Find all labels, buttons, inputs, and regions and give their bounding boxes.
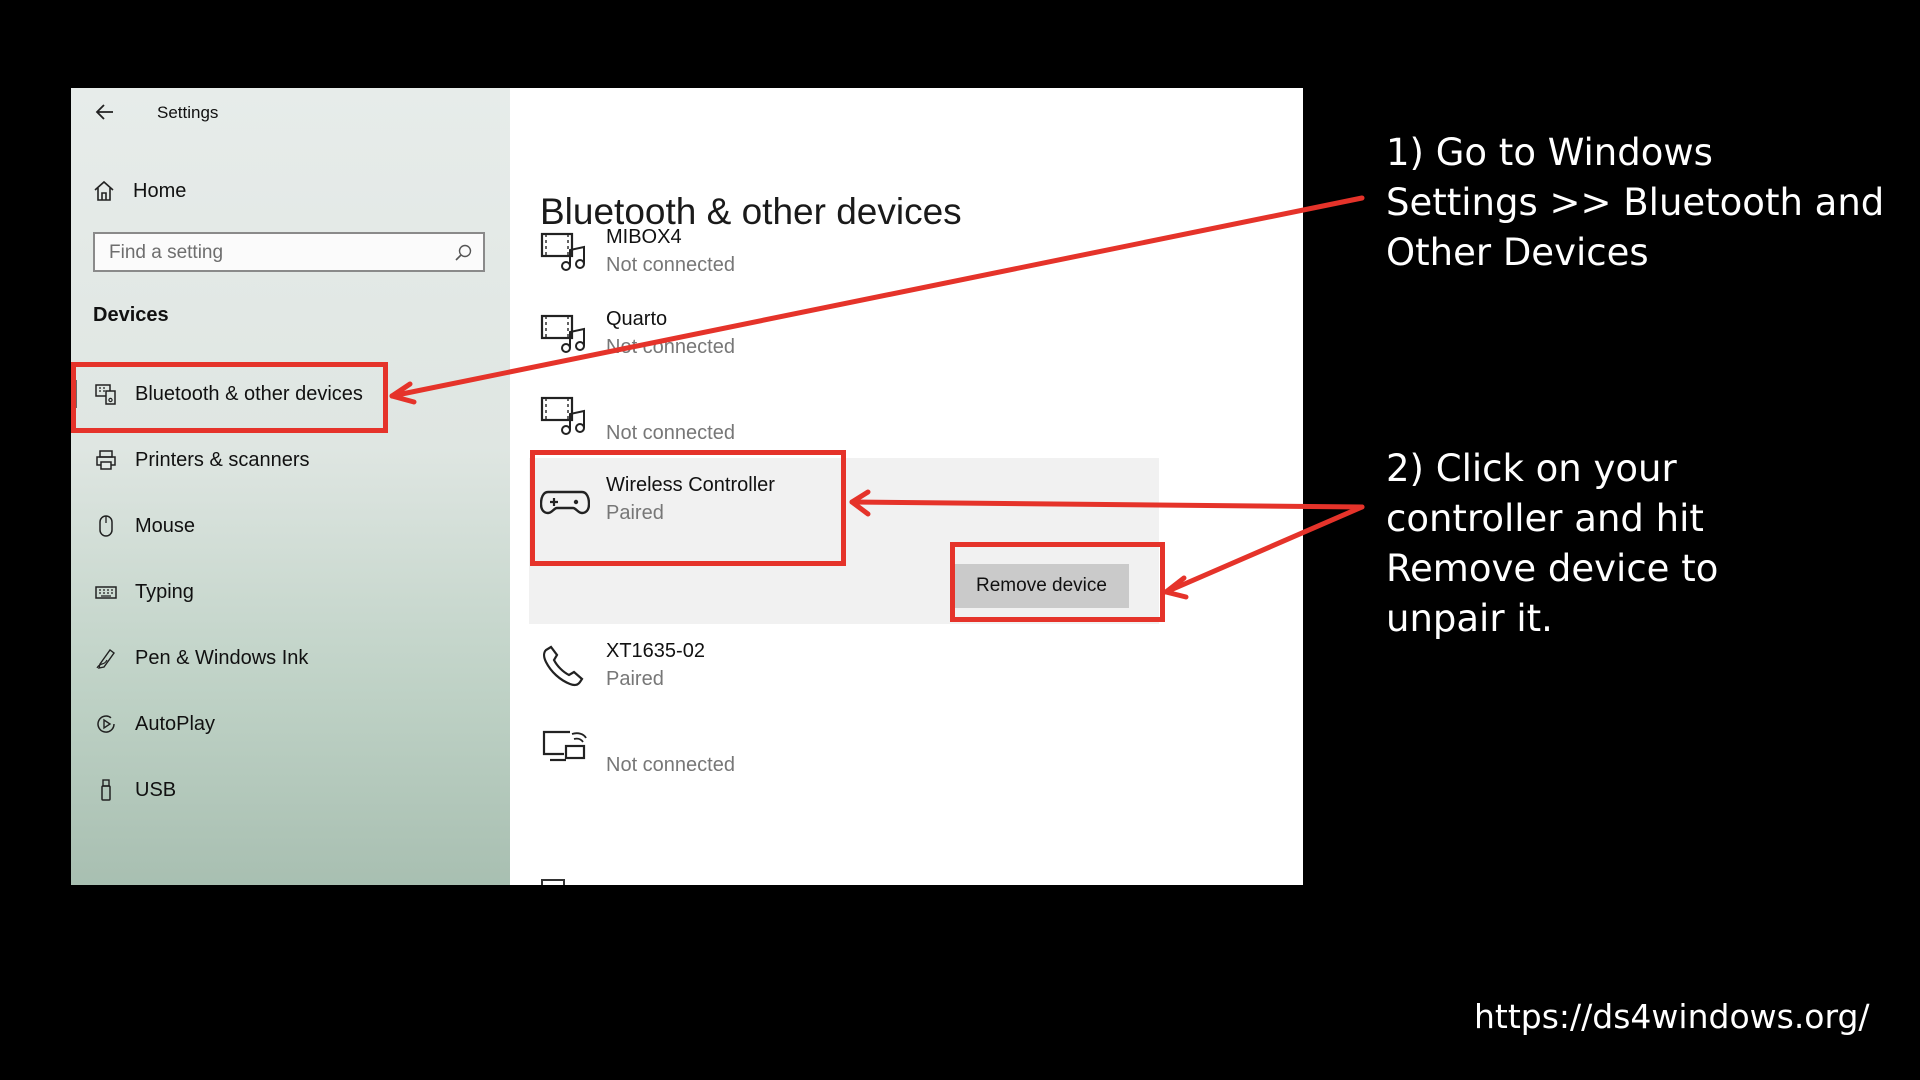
source-url: https://ds4windows.org/ [1474, 997, 1870, 1036]
arrow-to-remove [1163, 504, 1365, 595]
annotation-line: controller and hit [1386, 497, 1704, 540]
annotation-line: Remove device to [1386, 547, 1719, 590]
arrow-to-bluetooth [389, 195, 1365, 399]
annotation-line: Other Devices [1386, 231, 1649, 274]
annotation-line: 2) Click on your [1386, 447, 1677, 490]
annotation-line: unpair it. [1386, 597, 1553, 640]
annotation-step-2: 2) Click on your controller and hit Remo… [1386, 444, 1718, 644]
annotation-step-1: 1) Go to Windows Settings >> Bluetooth a… [1386, 128, 1884, 278]
annotation-line: Settings >> Bluetooth and [1386, 181, 1885, 224]
arrow-to-controller [849, 499, 1365, 510]
annotation-line: 1) Go to Windows [1386, 131, 1713, 174]
